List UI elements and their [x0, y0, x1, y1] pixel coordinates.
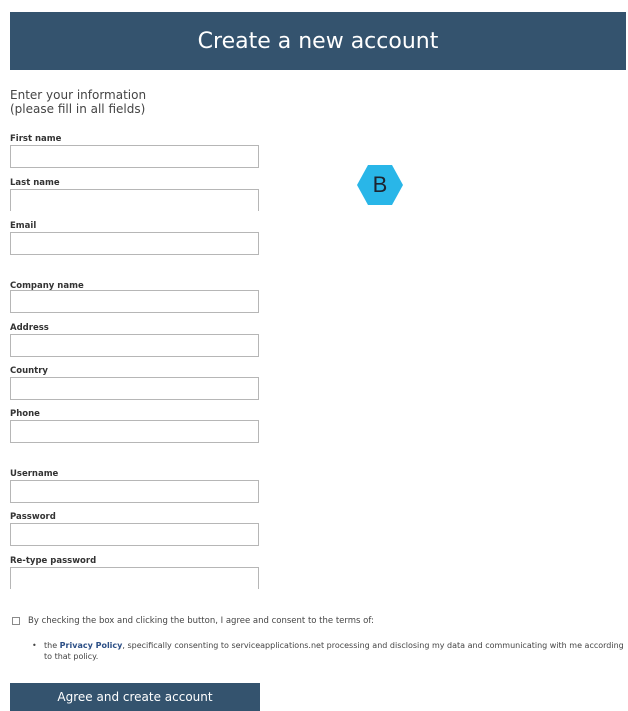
consent-text: By checking the box and clicking the but… — [28, 616, 374, 626]
page-header: Create a new account — [10, 12, 626, 70]
policy-bullet-item: • the Privacy Policy, specifically conse… — [32, 640, 624, 662]
email-input[interactable] — [10, 232, 259, 255]
intro-text: Enter your information (please fill in a… — [10, 88, 146, 116]
agree-create-account-button[interactable]: Agree and create account — [10, 683, 260, 711]
retype-password-label: Re-type password — [10, 556, 97, 566]
consent-checkbox[interactable] — [12, 617, 20, 625]
country-label: Country — [10, 366, 48, 376]
phone-input[interactable] — [10, 420, 259, 443]
last-name-label: Last name — [10, 178, 60, 188]
company-name-input[interactable] — [10, 290, 259, 313]
consent-row: By checking the box and clicking the but… — [12, 616, 374, 626]
address-label: Address — [10, 323, 49, 333]
page-title: Create a new account — [197, 28, 439, 54]
intro-hint: (please fill in all fields) — [10, 102, 146, 116]
badge-letter: B — [372, 172, 388, 197]
first-name-label: First name — [10, 134, 62, 144]
phone-label: Phone — [10, 409, 40, 419]
password-label: Password — [10, 512, 56, 522]
retype-password-input[interactable] — [10, 567, 259, 589]
policy-prefix: the — [44, 641, 60, 650]
privacy-policy-link[interactable]: Privacy Policy — [60, 641, 123, 650]
first-name-input[interactable] — [10, 145, 259, 168]
username-input[interactable] — [10, 480, 259, 503]
country-input[interactable] — [10, 377, 259, 400]
username-label: Username — [10, 469, 59, 479]
address-input[interactable] — [10, 334, 259, 357]
intro-heading: Enter your information — [10, 88, 147, 102]
last-name-input[interactable] — [10, 189, 259, 211]
email-label: Email — [10, 221, 37, 231]
password-input[interactable] — [10, 523, 259, 546]
policy-suffix: , specifically consenting to serviceappl… — [44, 641, 624, 661]
bullet-icon: • — [32, 641, 37, 650]
badge-b: B — [356, 164, 404, 206]
